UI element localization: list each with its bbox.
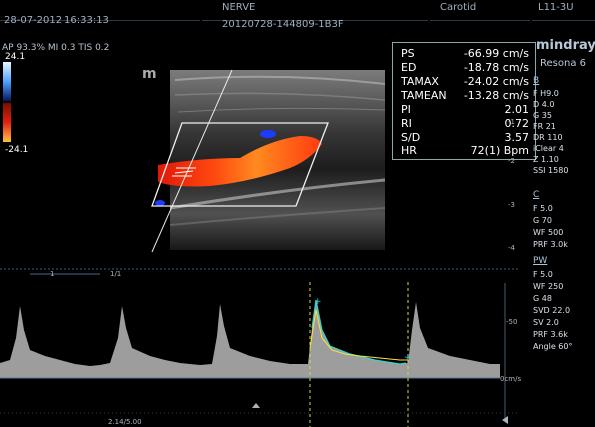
sweep-marker-label: 1 <box>50 270 55 278</box>
baseline-label: 0cm/s <box>500 375 522 383</box>
measurement-row-pi: PI 2.01 <box>401 103 529 116</box>
meas-value: -66.99 cm/s <box>463 47 529 60</box>
meas-label: RI <box>401 117 412 130</box>
meas-label: TAMEAN <box>401 89 447 102</box>
pw-param: PRF 3.6k <box>533 330 568 339</box>
measurement-row-ed: ED -18.78 cm/s <box>401 61 529 74</box>
svg-text:+: + <box>314 297 322 307</box>
measurement-panel: PS -66.99 cm/s ED -18.78 cm/s TAMAX -24.02 … <box>392 42 536 160</box>
pw-param: F 5.0 <box>533 270 553 279</box>
b-param: DR 110 <box>533 133 563 142</box>
depth-mark: -3 <box>508 201 515 209</box>
b-param: G 35 <box>533 111 552 120</box>
measurement-row-hr: HR 72(1) Bpm <box>401 144 529 157</box>
doppler-spectrum <box>0 300 500 378</box>
pw-param: WF 250 <box>533 282 564 291</box>
exam-name: NERVE <box>222 2 256 13</box>
b-param: Z 1.10 <box>533 155 559 164</box>
meas-label: HR <box>401 144 417 157</box>
sweep-pointer-icon[interactable] <box>252 403 260 408</box>
header-bar: 28-07-2012 16:33:13 NERVE 20120728-14480… <box>0 0 595 40</box>
meas-value: -24.02 cm/s <box>463 75 529 88</box>
c-param: F 5.0 <box>533 204 553 213</box>
c-param: WF 500 <box>533 228 564 237</box>
measurement-row-ps: PS -66.99 cm/s <box>401 47 529 60</box>
exam-time: 16:33:13 <box>64 15 109 26</box>
b-param: SSI 1580 <box>533 166 569 175</box>
meas-label: S/D <box>401 131 421 144</box>
b-param: F H9.0 <box>533 89 559 98</box>
brand-logo: mindray <box>536 38 595 53</box>
pw-param: Angle 60° <box>533 342 573 351</box>
b-mode-title: B <box>533 76 540 86</box>
preset-cell: Carotid <box>430 0 530 21</box>
brand-mark-small: m <box>142 66 157 82</box>
svg-text:+: + <box>404 353 412 363</box>
pw-param: SV 2.0 <box>533 318 559 327</box>
b-param: D 4.0 <box>533 100 555 109</box>
patient-id: 20120728-144809-1B3F <box>222 19 344 30</box>
spectral-doppler: + + <box>0 268 520 427</box>
sweep-speed: 1/1 <box>110 270 122 278</box>
depth-mark: -2 <box>508 157 515 165</box>
c-param: G 70 <box>533 216 552 225</box>
meas-label: PS <box>401 47 415 60</box>
reverse-flow-spot <box>260 130 276 138</box>
meas-label: PI <box>401 103 411 116</box>
c-param: PRF 3.0k <box>533 240 568 249</box>
probe-name: L11-3U <box>538 2 574 13</box>
b-param: FR 21 <box>533 122 556 131</box>
meas-label: TAMAX <box>401 75 439 88</box>
measurement-row-sd: S/D 3.57 <box>401 131 529 144</box>
pw-param: G 48 <box>533 294 552 303</box>
meas-value: -13.28 cm/s <box>463 89 529 102</box>
probe-cell: L11-3U <box>532 0 595 21</box>
exam-cell: NERVE 20120728-144809-1B3F <box>202 0 428 30</box>
velocity-scale-label: -50 <box>506 318 518 326</box>
color-mode-title: C <box>533 190 540 200</box>
depth-mark: -4 <box>508 244 515 252</box>
meas-value: -18.78 cm/s <box>463 61 529 74</box>
measurement-row-tamean: TAMEAN -13.28 cm/s <box>401 89 529 102</box>
b-param: iClear 4 <box>533 144 564 153</box>
depth-mark: -1 <box>508 118 515 126</box>
cine-time-label: 2.14/5.00 <box>108 418 142 426</box>
system-model: Resona 6 <box>540 58 586 69</box>
measurement-row-tamax: TAMAX -24.02 cm/s <box>401 75 529 88</box>
meas-value: 2.01 <box>504 103 530 116</box>
pw-mode-title: PW <box>533 256 548 266</box>
meas-value: 3.57 <box>504 131 530 144</box>
pw-param: SVD 22.0 <box>533 306 571 315</box>
meas-label: ED <box>401 61 417 74</box>
date-time-cell: 28-07-2012 16:33:13 <box>0 0 200 26</box>
preset-name: Carotid <box>440 2 477 13</box>
meas-value: 72(1) Bpm <box>470 144 529 157</box>
exam-date: 28-07-2012 <box>4 15 63 26</box>
